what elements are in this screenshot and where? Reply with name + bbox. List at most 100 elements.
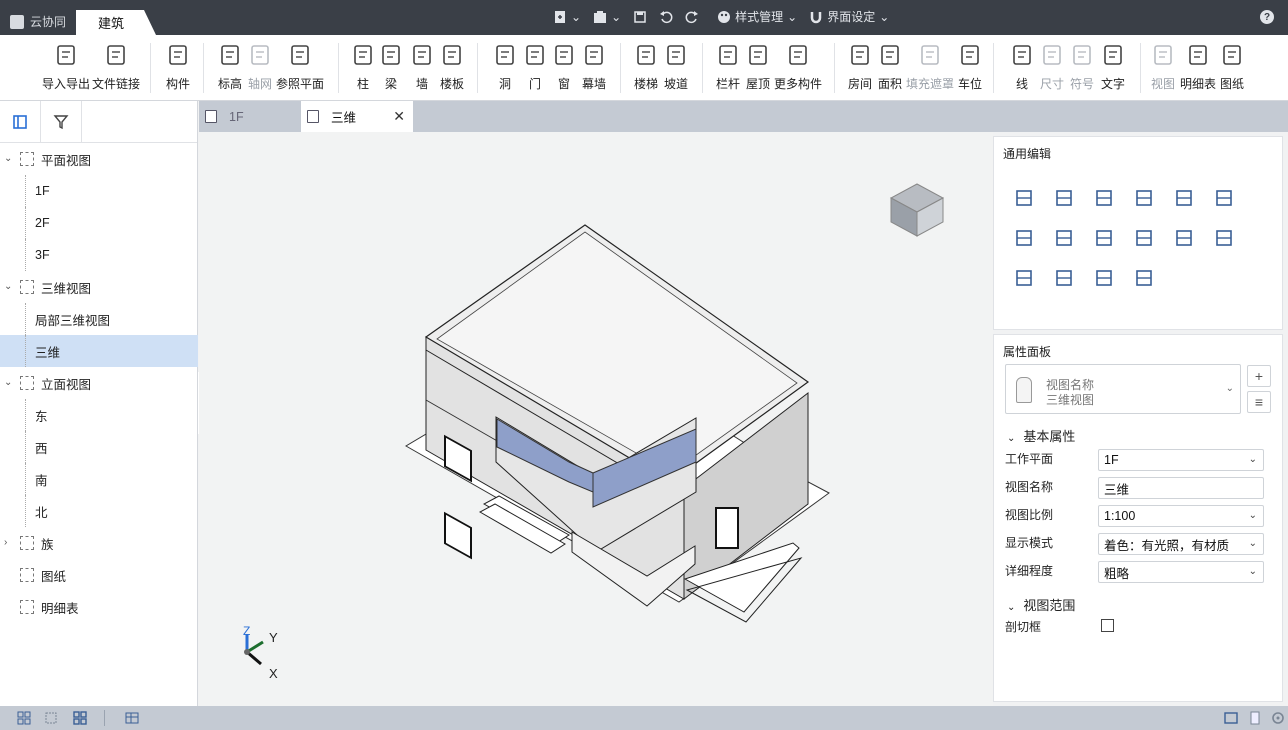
section-basic[interactable]: ⌄ 基本属性	[1007, 426, 1075, 445]
pin-icon[interactable]	[1092, 266, 1116, 290]
trim-icon[interactable]	[1132, 186, 1156, 210]
table-icon[interactable]	[125, 711, 139, 725]
ribbon-button-8[interactable]: 墙	[410, 43, 434, 92]
edit-type-button[interactable]: ≡	[1247, 391, 1271, 413]
doc-tab-3d[interactable]: 三维 ✕	[301, 101, 413, 132]
extend-icon[interactable]	[1212, 186, 1236, 210]
ribbon-button-0[interactable]: 导入导出	[42, 43, 90, 92]
tree-item[interactable]: ⌄ 立面视图	[0, 367, 198, 399]
ribbon-button-6[interactable]: 柱	[351, 43, 375, 92]
undo-button[interactable]	[659, 10, 673, 24]
ribbon-button-3[interactable]: 标高	[218, 43, 242, 92]
ribbon-button-25[interactable]: 符号	[1070, 43, 1094, 92]
tree-item[interactable]: 西	[0, 431, 198, 463]
ribbon-button-1[interactable]: 文件链接	[92, 43, 140, 92]
copy-icon[interactable]	[1052, 186, 1076, 210]
add-type-button[interactable]: +	[1247, 365, 1271, 387]
ribbon-button-18[interactable]: 更多构件	[774, 43, 822, 92]
ui-settings-menu[interactable]: 界面设定 ⌄	[809, 8, 889, 25]
chevron-down-icon[interactable]: ⌄	[4, 153, 14, 164]
doc-tab-1f[interactable]: 1F	[199, 101, 301, 132]
style-manager-menu[interactable]: 样式管理 ⌄	[717, 8, 797, 25]
group-icon[interactable]	[1172, 226, 1196, 250]
duplicate-icon[interactable]	[1012, 226, 1036, 250]
ribbon-button-19[interactable]: 房间	[848, 43, 872, 92]
ribbon-button-15[interactable]: 坡道	[664, 43, 688, 92]
property-field[interactable]: 着色：有光照，有材质 ⌄	[1098, 533, 1264, 555]
chevron-down-icon[interactable]: ⌄	[4, 377, 14, 388]
rotate-icon[interactable]	[1092, 186, 1116, 210]
tree-item[interactable]: 南	[0, 463, 198, 495]
close-icon[interactable]: ✕	[393, 108, 405, 125]
align-icon[interactable]	[1052, 226, 1076, 250]
tree-item[interactable]: 局部三维视图	[0, 303, 198, 335]
property-field[interactable]: 1F ⌄	[1098, 449, 1264, 471]
ribbon-button-20[interactable]: 面积	[878, 43, 902, 92]
move-icon[interactable]	[1012, 186, 1036, 210]
settings-icon[interactable]	[1271, 711, 1285, 725]
array-icon[interactable]	[1132, 226, 1156, 250]
ribbon-button-10[interactable]: 洞	[493, 43, 517, 92]
ribbon-button-13[interactable]: 幕墙	[582, 43, 606, 92]
chevron-right-icon[interactable]: ›	[4, 537, 14, 548]
tree-item[interactable]: 1F	[0, 175, 198, 207]
page-icon[interactable]	[1248, 711, 1262, 725]
tree-item[interactable]: 明细表	[0, 591, 198, 623]
section-box-checkbox[interactable]	[1101, 619, 1114, 632]
split-icon[interactable]	[1172, 186, 1196, 210]
tree-item[interactable]: ⌄ 三维视图	[0, 271, 198, 303]
ribbon-button-4[interactable]: 轴网	[248, 43, 272, 92]
section-view-range[interactable]: ⌄ 视图范围	[1007, 595, 1075, 614]
tree-item[interactable]: 图纸	[0, 559, 198, 591]
new-button[interactable]: ⌄	[553, 10, 581, 24]
mirror-icon[interactable]	[1212, 226, 1236, 250]
multi-view-icon[interactable]	[73, 711, 87, 725]
ribbon-button-2[interactable]: 构件	[166, 43, 190, 92]
tree-item[interactable]: › 族	[0, 527, 198, 559]
app-tab-cloud[interactable]: 云协同	[0, 8, 74, 35]
ribbon-button-12[interactable]: 窗	[552, 43, 576, 92]
ribbon-button-22[interactable]: 车位	[958, 43, 982, 92]
delete-icon[interactable]	[1012, 266, 1036, 290]
browser-tab-tree[interactable]	[0, 101, 41, 143]
ribbon-button-29[interactable]: 图纸	[1220, 43, 1244, 92]
ribbon-button-16[interactable]: 栏杆	[716, 43, 740, 92]
ribbon-button-23[interactable]: 线	[1010, 43, 1034, 92]
layout-grid-icon[interactable]	[17, 711, 31, 725]
property-field[interactable]: 三维	[1098, 477, 1264, 499]
extrude-icon[interactable]	[1052, 266, 1076, 290]
ribbon-button-5[interactable]: 参照平面	[276, 43, 324, 92]
ribbon-button-7[interactable]: 梁	[379, 43, 403, 92]
ribbon-button-17[interactable]: 屋顶	[746, 43, 770, 92]
tree-item[interactable]: 2F	[0, 207, 198, 239]
type-selector[interactable]: 视图名称 三维视图 ⌄	[1005, 364, 1241, 414]
ribbon-button-28[interactable]: 明细表	[1180, 43, 1216, 92]
measure-icon[interactable]	[1132, 266, 1156, 290]
ribbon-tab-architecture[interactable]: 建筑	[76, 10, 156, 35]
ribbon-button-11[interactable]: 门	[523, 43, 547, 92]
chevron-down-icon[interactable]: ⌄	[4, 281, 14, 292]
help-icon[interactable]: ?	[1260, 10, 1274, 24]
property-field[interactable]: 粗略 ⌄	[1098, 561, 1264, 583]
tree-item[interactable]: 北	[0, 495, 198, 527]
ribbon-button-21[interactable]: 填充遮罩	[906, 43, 954, 92]
ribbon-button-26[interactable]: 文字	[1101, 43, 1125, 92]
ribbon-button-9[interactable]: 楼板	[440, 43, 464, 92]
tree-item[interactable]: 3F	[0, 239, 198, 271]
ribbon-button-14[interactable]: 楼梯	[634, 43, 658, 92]
browser-tab-filter[interactable]	[41, 101, 82, 143]
tree-item[interactable]: ⌄ 平面视图	[0, 143, 198, 175]
property-field[interactable]: 1:100 ⌄	[1098, 505, 1264, 527]
single-view-icon[interactable]	[44, 711, 58, 725]
ribbon-button-27[interactable]: 视图	[1151, 43, 1175, 92]
offset-icon[interactable]	[1092, 226, 1116, 250]
3d-viewport[interactable]: Z Y X	[199, 132, 993, 706]
redo-button[interactable]	[685, 10, 699, 24]
view-cube-icon[interactable]	[887, 180, 947, 240]
window-icon[interactable]	[1224, 711, 1238, 725]
tree-item[interactable]: 东	[0, 399, 198, 431]
tree-item[interactable]: 三维	[0, 335, 198, 367]
ribbon-button-24[interactable]: 尺寸	[1040, 43, 1064, 92]
save-button[interactable]	[633, 10, 647, 24]
open-button[interactable]: ⌄	[593, 10, 621, 24]
